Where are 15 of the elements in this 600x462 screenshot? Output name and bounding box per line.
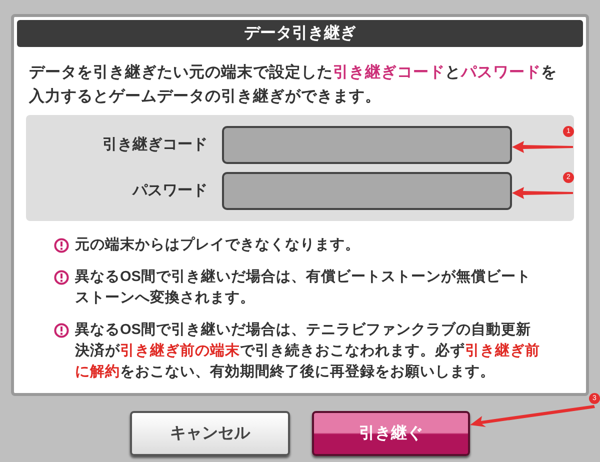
cancel-button[interactable]: キャンセル (130, 411, 290, 456)
annotation-arrow (512, 187, 573, 199)
dialog-title: データ引き継ぎ (17, 20, 583, 47)
field-label: 引き継ぎコード (102, 134, 209, 155)
input-field[interactable] (222, 126, 512, 164)
input-field[interactable] (222, 172, 512, 210)
intro-text: データを引き継ぎたい元の端末で設定した引き継ぎコード とパスワードを入力するとゲームデータの引き継ぎができます。 (29, 62, 558, 107)
note-text: 異なるOS間で引き継いだ場合は、有償ビートストーンが無償ビートストーンへ変換されます。 (75, 268, 532, 308)
note-text: 元の端末からはプレイできなくなります。 (75, 236, 361, 255)
annotation-arrow (512, 141, 573, 153)
warning-icon (54, 323, 69, 338)
warning-icon (54, 270, 69, 285)
field-label: パスワード (131, 180, 209, 201)
warning-icon (54, 238, 69, 253)
note-text: 異なるOS間で引き継いだ場合は、テニラビファンクラブの自動更新決済が引き継ぎ前の端末で引き続きおこなわれます。必ず引き継ぎ前に解約をおこない、有効期間終了後に再登録をお願いします。 (75, 320, 541, 382)
